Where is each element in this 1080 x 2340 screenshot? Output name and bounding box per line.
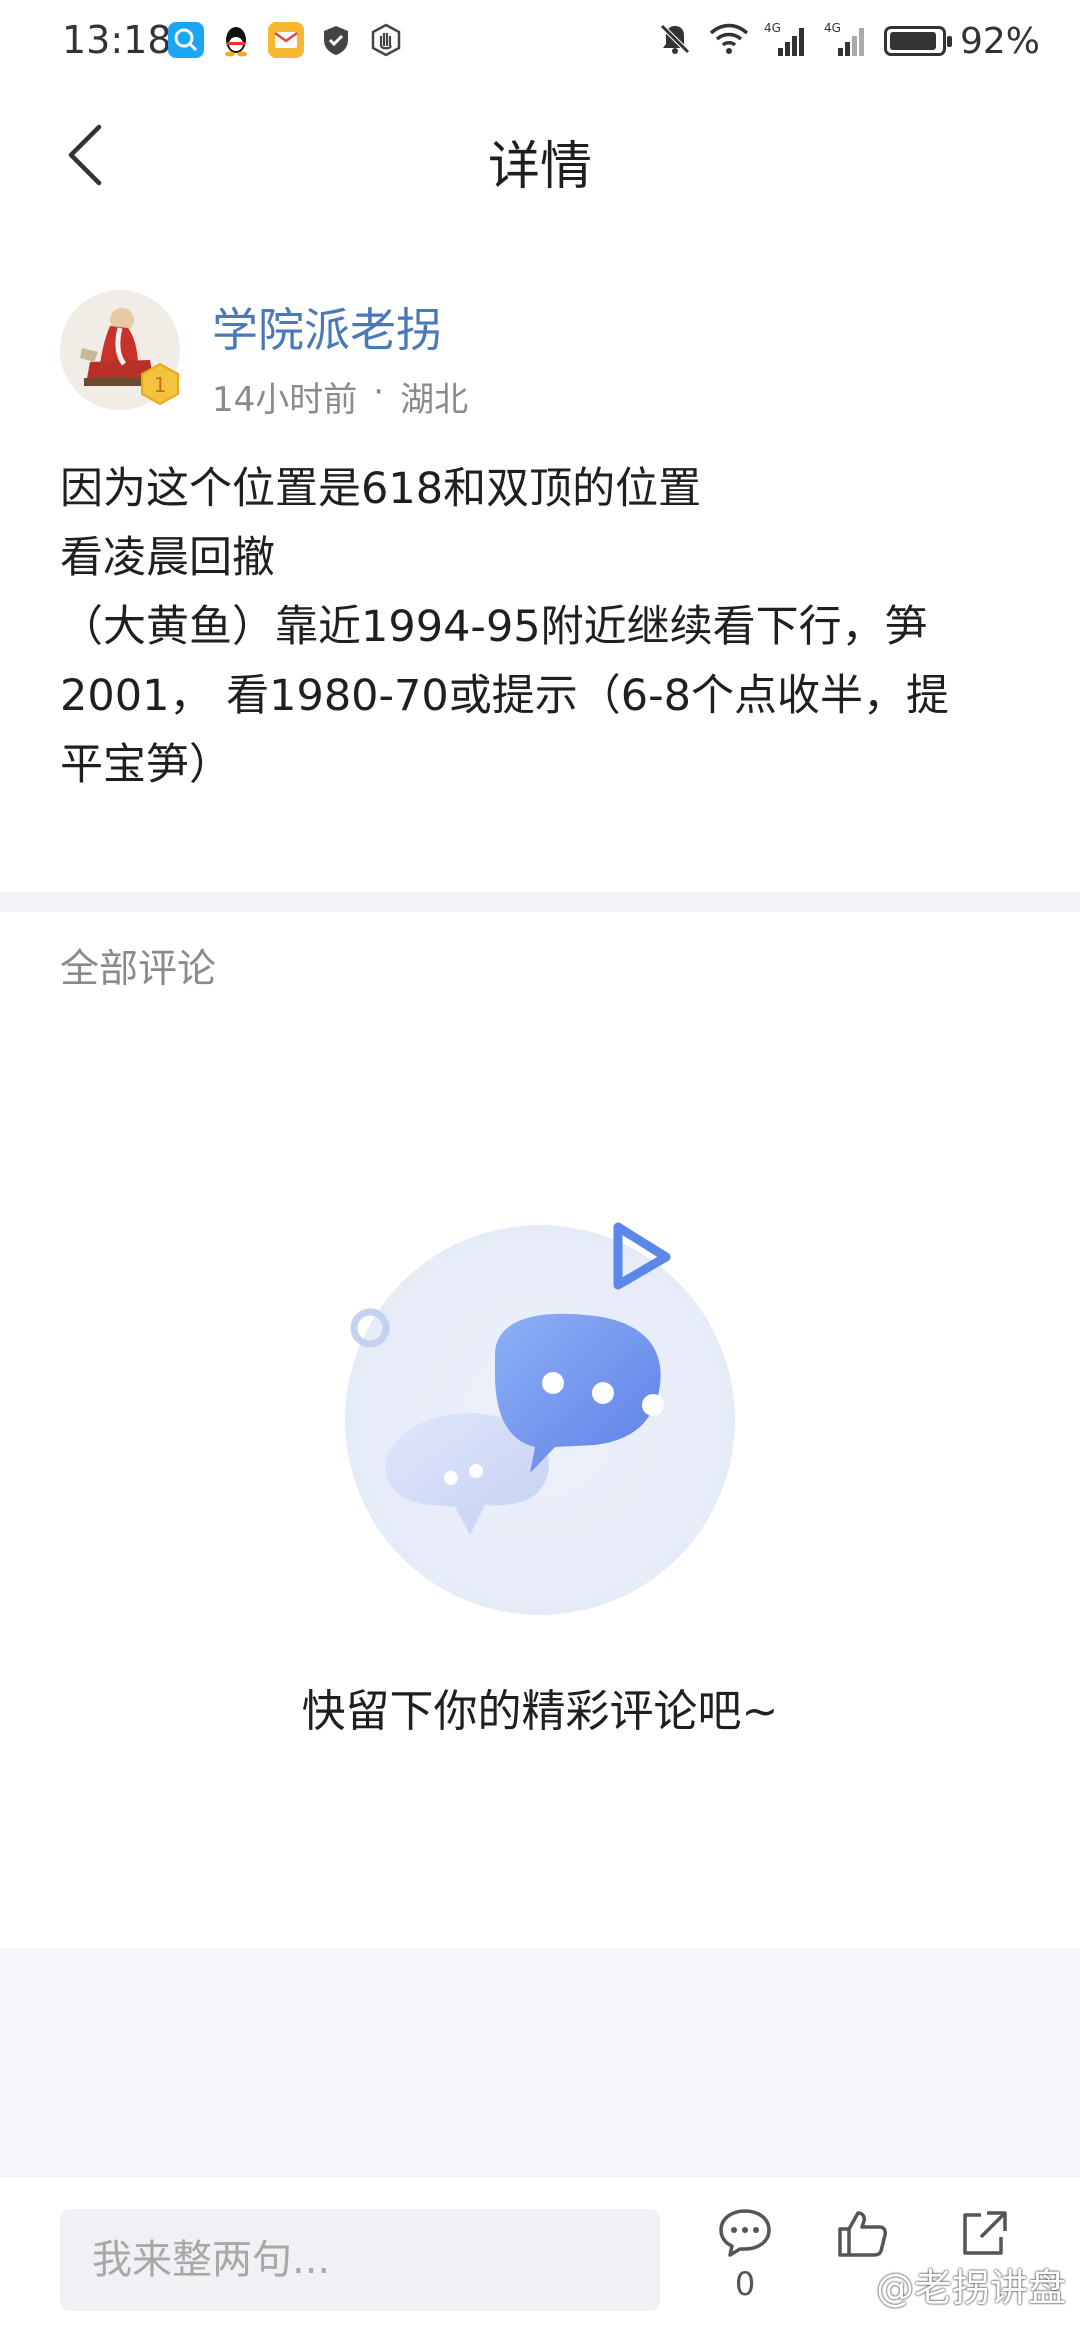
post-line: 因为这个位置是618和双顶的位置 xyxy=(60,464,702,514)
comment-icon xyxy=(719,2209,771,2257)
comment-count: 0 xyxy=(734,2265,756,2303)
comment-button[interactable]: 0 xyxy=(705,2207,785,2317)
svg-text:1: 1 xyxy=(154,373,167,397)
page-title: 详情 xyxy=(487,137,592,197)
author-name[interactable]: 学院派老拐 xyxy=(212,294,442,360)
meta-separator: · xyxy=(373,372,385,412)
comments-section-title: 全部评论 xyxy=(60,947,217,992)
watermark: @老拐讲盘 xyxy=(875,2266,1066,2310)
comment-input[interactable] xyxy=(60,2209,660,2311)
post-line: （大黄鱼）靠近1994-95附近继续看下行，笋 xyxy=(60,602,928,652)
qq-icon xyxy=(218,22,254,58)
4g-signal-icon: 4G xyxy=(824,20,870,62)
status-indicators: 4G 4G 92% xyxy=(656,20,1040,62)
empty-comments-text: 快留下你的精彩评论吧~ xyxy=(301,1686,779,1737)
hand-app-icon xyxy=(368,22,404,58)
bottom-action-bar: 0 @老拐讲盘 xyxy=(0,2176,1080,2340)
svg-text:4G: 4G xyxy=(764,21,781,35)
status-bar: 13:18 4G 4G 92% xyxy=(0,0,1080,84)
wifi-icon xyxy=(708,20,750,62)
shield-app-icon xyxy=(318,22,354,58)
status-app-icons xyxy=(168,22,404,58)
mute-icon xyxy=(656,20,694,62)
post-location: 湖北 xyxy=(400,380,469,420)
post-time: 14小时前 xyxy=(212,380,358,420)
thumbs-up-icon xyxy=(838,2211,887,2257)
author-info: 1 学院派老拐 14小时前 · 湖北 xyxy=(60,290,1020,420)
page-header: 详情 xyxy=(0,100,1080,210)
post-content: 因为这个位置是618和双顶的位置 看凌晨回撤 （大黄鱼）靠近1994-95附近继… xyxy=(60,455,1035,800)
level-badge: 1 xyxy=(138,362,182,406)
battery-percent: 92% xyxy=(959,20,1040,62)
4g-signal-icon: 4G xyxy=(764,20,810,62)
empty-comments-illustration xyxy=(335,1215,755,1635)
svg-text:4G: 4G xyxy=(824,21,841,35)
status-time: 13:18 xyxy=(62,18,172,62)
post-line: 看凌晨回撤 xyxy=(60,533,275,583)
post-meta: 14小时前 · 湖北 xyxy=(212,372,468,421)
mail-app-icon xyxy=(268,22,304,58)
share-icon xyxy=(963,2211,1007,2255)
post-line: 2001， 看1980-70或提示（6-8个点收半，提 xyxy=(60,671,949,721)
battery-icon xyxy=(883,26,952,56)
content-footer-area xyxy=(0,1948,1080,2176)
post-line: 平宝笋） xyxy=(60,740,232,790)
search-app-icon xyxy=(168,22,204,58)
section-divider xyxy=(0,892,1080,912)
